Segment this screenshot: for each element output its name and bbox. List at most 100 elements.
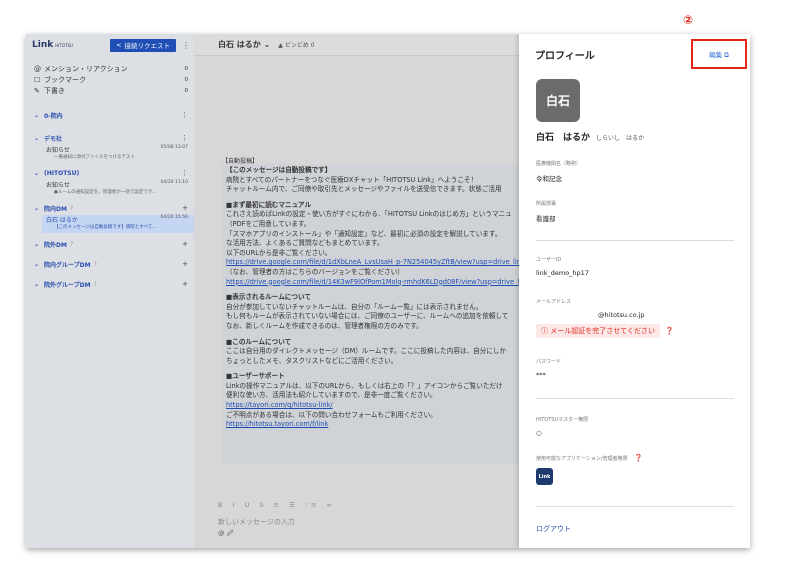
profile-title: プロフィール: [535, 51, 595, 62]
message-line: ■まず最初に読むマニュアル: [226, 200, 312, 209]
divider: [536, 398, 734, 399]
sidebar-item-drafts[interactable]: ✎ 下書き 0: [34, 85, 188, 96]
chevron-down-icon: ⌄: [34, 260, 40, 268]
avatar: 白石: [536, 79, 580, 122]
more-menu-icon[interactable]: ⋮: [181, 111, 188, 119]
sidebar-menu: @ メンション・リアクション 0 ☐ ブックマーク 0 ✎ 下書き 0: [26, 56, 194, 96]
message-line: 【このメッセージは自動投稿です】: [226, 166, 332, 174]
link-app-icon: Link: [536, 468, 553, 485]
field-label: ユーザーID: [536, 257, 562, 263]
help-icon[interactable]: ?: [94, 281, 97, 288]
section-ingai-group-dm[interactable]: ⌄ 院外グループDM ? +: [26, 277, 194, 291]
section-innai[interactable]: ⌄ 0-院内 ⋮: [26, 108, 194, 122]
add-icon[interactable]: +: [182, 280, 188, 288]
channel-date: 04/26 15:56: [160, 215, 188, 220]
section-label: 院外DM: [44, 241, 67, 249]
chevron-down-icon: ⌄: [34, 204, 40, 212]
channel-date: 05/08 13:07: [160, 145, 188, 150]
message-line: 「スマホアプリのインストール」や「通知設定」など、最初に必須の設定を解説していま…: [226, 229, 502, 238]
divider: [536, 240, 734, 241]
add-icon[interactable]: +: [182, 204, 188, 212]
mention-icon: @: [34, 64, 41, 73]
attach-icons[interactable]: @ 🖉: [218, 529, 558, 540]
section-label: 院内グループDM: [44, 261, 91, 269]
field-master-permission: HITOTSUマスター権限 ○: [536, 416, 588, 437]
section-demo[interactable]: ⌄ デモ社 ⋮: [26, 131, 194, 145]
section-hitotsu[interactable]: ⌄ (HITOTSU) ⋮: [26, 166, 194, 180]
message-input[interactable]: 新しいメッセージの入力: [218, 517, 558, 527]
more-menu-icon[interactable]: ⋮: [181, 134, 188, 142]
mention-count: 0: [184, 65, 189, 72]
message-bubble: 【このメッセージは自動投稿です】 病院とすべてのパートナーをつなぐ医療DXチャット…: [222, 164, 552, 464]
message-line: ここは自分用のダイレクトメッセージ（DM）ルームです。ここに投稿した内容は、自分…: [226, 347, 507, 356]
field-user-id: ユーザーID link_demo_hp17: [536, 256, 589, 277]
edit-button[interactable]: 編集 ⧉: [709, 49, 729, 60]
section-label: 院内DM: [44, 205, 67, 213]
field-value: @hitotsu.co.jp: [536, 311, 674, 319]
format-toolbar[interactable]: B I U S ≡ ☰ ⁝≡ ∞: [218, 501, 558, 513]
field-value: 令和記念: [536, 175, 562, 183]
section-innai-group-dm[interactable]: ⌄ 院内グループDM ? +: [26, 257, 194, 271]
chevron-down-icon: ⌄: [34, 134, 40, 142]
message-line: ちょっとしたメモ、タスクリストなどにご活用ください。: [226, 356, 398, 365]
app-window: Link HITOTSU < 接続リクエスト ⋮ @ メンション・リアクション …: [26, 34, 750, 548]
connect-request-button[interactable]: < 接続リクエスト: [110, 38, 176, 52]
field-apps: 使用可能なアプリケーション/管理者権限 ❓ Link: [536, 454, 643, 485]
message-line: なお、新しくルームを作成できるのは、管理者権限の方のみです。: [226, 321, 423, 330]
add-icon[interactable]: +: [182, 260, 188, 268]
sidebar-item-label: ブックマーク: [44, 75, 86, 84]
warning-badge: ⓘ メール認証を完了させてください: [536, 324, 661, 338]
profile-name-text: 白石 はるか: [536, 133, 591, 143]
sidebar-item-label: 下書き: [44, 86, 65, 95]
field-label: メールアドレス: [536, 299, 572, 305]
channel-item[interactable]: お知らせ 04/26 11:10 ●ルームの通知設定を、管理者が一括で設定でき..…: [26, 180, 194, 198]
section-ingai-dm[interactable]: ⌄ 院外DM ? +: [26, 237, 194, 251]
add-icon[interactable]: +: [182, 240, 188, 248]
chat-title[interactable]: 白石 はるか ⌄: [218, 39, 270, 50]
message-line: チャットルーム内で、ご同僚や取引先とメッセージやファイルを送受信できます。状態ご…: [226, 185, 502, 194]
message-line: ご不明点がある場合は、以下の問い合わせフォームもご利用ください。: [226, 410, 437, 419]
app-logo-sub: HITOTSU: [55, 42, 73, 48]
section-label: デモ社: [44, 135, 63, 143]
help-icon[interactable]: ❓: [665, 327, 674, 335]
annotation-number: ②: [683, 13, 694, 27]
field-value: link_demo_hp17: [536, 269, 589, 277]
chevron-down-icon: ⌄: [34, 169, 40, 177]
sidebar-item-bookmarks[interactable]: ☐ ブックマーク 0: [34, 74, 188, 85]
field-institution: 医療機関名（略称） 令和記念: [536, 160, 581, 183]
channel-item[interactable]: お知らせ 05/08 13:07 一番通知に添付ファイルをつけるテスト: [26, 145, 194, 163]
chevron-down-icon: ⌄: [34, 111, 40, 119]
section-innai-dm[interactable]: ⌄ 院内DM ? +: [26, 201, 194, 215]
field-email: メールアドレス @hitotsu.co.jp ⓘ メール認証を完了させてください…: [536, 298, 674, 338]
profile-panel: プロフィール 編集 ⧉ 白石 白石 はるか しらいし はるか 医療機関名（略称） …: [519, 34, 750, 548]
help-icon[interactable]: ?: [70, 241, 73, 248]
help-icon[interactable]: ❓: [634, 454, 643, 462]
chevron-down-icon: ⌄: [34, 240, 40, 248]
more-menu-icon[interactable]: ⋮: [182, 41, 190, 50]
message-link[interactable]: https://drive.google.com/file/d/1dXbLneA…: [226, 258, 548, 268]
pencil-icon: ✎: [34, 86, 40, 95]
field-label: 医療機関名（略称）: [536, 161, 582, 167]
more-menu-icon[interactable]: ⋮: [181, 169, 188, 177]
message-link[interactable]: https://hitotsu.tayori.com/f/link: [226, 420, 548, 430]
message-line: （なお、管理者の方はこちらのバージョンをご覧ください）: [226, 267, 404, 276]
bookmark-icon: ☐: [34, 75, 41, 84]
pin-count[interactable]: ▲ ピンどめ 0: [278, 40, 314, 49]
logout-link[interactable]: ログアウト: [536, 524, 571, 534]
field-password: パスワード ***: [536, 358, 561, 379]
channel-item-selected[interactable]: 白石 はるか 04/26 15:56 【このメッセージは自動投稿です】病院とすべて…: [42, 215, 194, 233]
field-label: 所属部署: [536, 201, 557, 207]
field-label: HITOTSUマスター権限: [536, 417, 589, 423]
field-label: パスワード: [536, 359, 562, 365]
email-warning: ⓘ メール認証を完了させてください ❓: [536, 324, 674, 338]
section-label: (HITOTSU): [44, 169, 80, 177]
channel-preview: 一番通知に添付ファイルをつけるテスト: [54, 155, 135, 160]
sidebar-item-mentions[interactable]: @ メンション・リアクション 0: [34, 63, 188, 74]
message-link[interactable]: https://drive.google.com/file/d/14K3wF9l…: [226, 278, 548, 288]
help-icon[interactable]: ?: [70, 205, 73, 212]
sidebar: Link HITOTSU < 接続リクエスト ⋮ @ メンション・リアクション …: [26, 34, 194, 548]
message-link[interactable]: https://tayori.com/q/hitotsu-link/: [226, 401, 548, 411]
help-icon[interactable]: ?: [94, 261, 97, 268]
message-line: （PDFをご用意しています。: [226, 219, 311, 228]
bookmark-count: 0: [184, 76, 189, 83]
